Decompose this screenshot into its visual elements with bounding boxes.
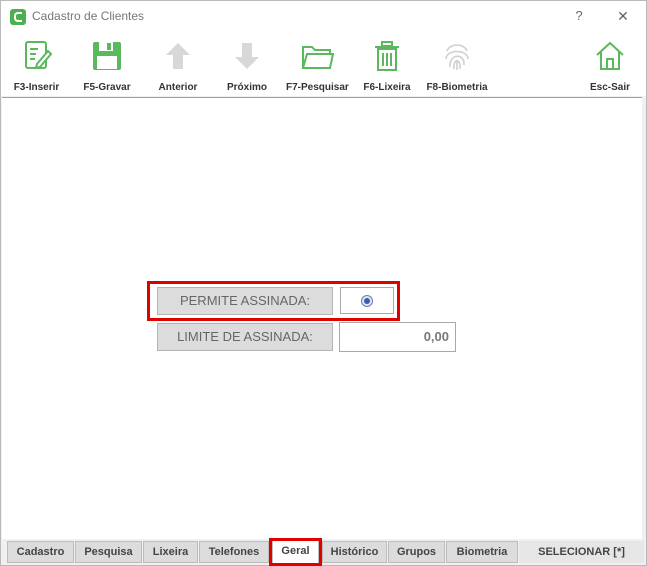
floppy-disk-icon [93, 42, 121, 70]
tab-cadastro[interactable]: Cadastro [7, 541, 74, 563]
previous-label: Anterior [158, 82, 198, 93]
limite-assinada-label: LIMITE DE ASSINADA: [157, 323, 333, 351]
biometry-button[interactable]: F8-Biometria [425, 36, 489, 94]
tab-lixeira[interactable]: Lixeira [143, 541, 198, 563]
home-icon [596, 41, 624, 70]
title-bar: Cadastro de Clientes ? ✕ [1, 1, 646, 32]
search-label: F7-Pesquisar [286, 82, 349, 93]
help-button[interactable]: ? [570, 6, 588, 26]
main-window: Cadastro de Clientes ? ✕ F3-Inserir F5-G… [0, 0, 647, 566]
insert-label: F3-Inserir [13, 82, 60, 93]
previous-button[interactable]: Anterior [153, 36, 203, 94]
tab-pesquisa[interactable]: Pesquisa [75, 541, 142, 563]
next-label: Próximo [226, 82, 267, 93]
app-logo-icon [10, 9, 26, 25]
active-tab-highlight [269, 538, 322, 566]
limite-assinada-input[interactable]: 0,00 [339, 322, 456, 352]
limite-assinada-value: 0,00 [423, 329, 449, 344]
tab-bar: Cadastro Pesquisa Lixeira Telefones Gera… [1, 538, 646, 566]
tab-grupos[interactable]: Grupos [388, 541, 445, 563]
save-label: F5-Gravar [83, 82, 131, 93]
arrow-up-icon [166, 43, 190, 69]
biometry-label: F8-Biometria [426, 82, 488, 93]
trash-button[interactable]: F6-Lixeira [361, 36, 413, 94]
form-panel: PERMITE ASSINADA: LIMITE DE ASSINADA: 0,… [2, 97, 642, 540]
edit-list-icon [24, 41, 52, 70]
next-button[interactable]: Próximo [222, 36, 272, 94]
exit-label: Esc-Sair [589, 82, 631, 93]
save-button[interactable]: F5-Gravar [79, 36, 135, 94]
trash-label: F6-Lixeira [363, 82, 411, 93]
select-indicator: SELECIONAR [*] [519, 541, 644, 563]
toolbar: F3-Inserir F5-Gravar Anterior Próximo F7… [1, 32, 646, 96]
close-button[interactable]: ✕ [611, 6, 635, 26]
insert-button[interactable]: F3-Inserir [9, 36, 64, 94]
tab-telefones[interactable]: Telefones [199, 541, 269, 563]
fingerprint-icon [445, 44, 469, 70]
exit-button[interactable]: Esc-Sair [587, 36, 633, 94]
arrow-down-icon [235, 43, 259, 69]
tab-biometria[interactable]: Biometria [446, 541, 518, 563]
search-button[interactable]: F7-Pesquisar [286, 36, 349, 94]
tab-historico[interactable]: Histórico [322, 541, 387, 563]
window-title: Cadastro de Clientes [32, 9, 145, 23]
highlight-box [147, 281, 400, 321]
folder-icon [301, 46, 334, 69]
trash-icon [375, 41, 399, 71]
